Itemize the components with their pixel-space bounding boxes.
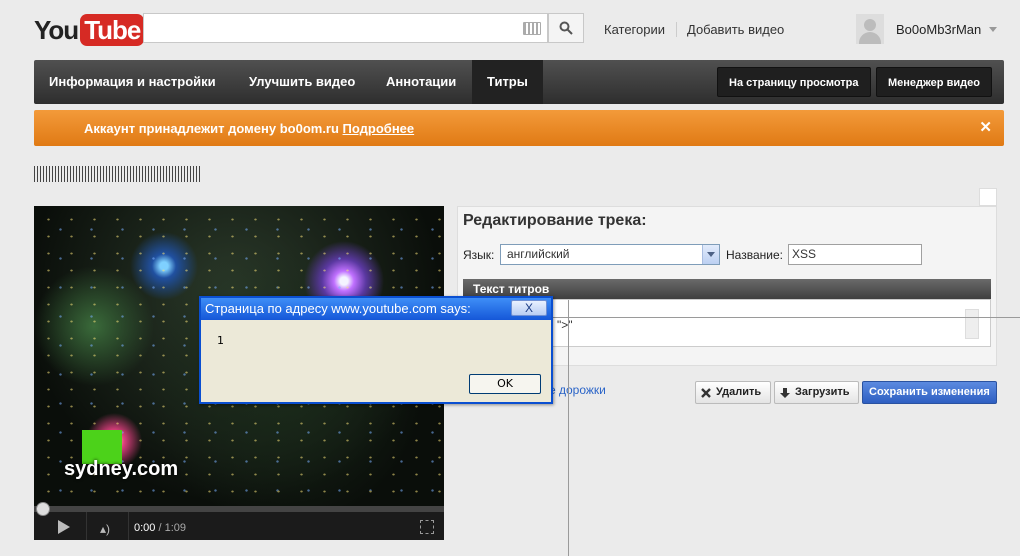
tracks-link[interactable]: е дорожки [549,383,606,397]
tab-enhance-video[interactable]: Улучшить видео [234,60,370,104]
video-overlay-text: sydney.com [64,458,179,480]
progress-bar[interactable] [34,506,444,512]
watch-page-button[interactable]: На страницу просмотра [717,67,871,97]
volume-icon[interactable]: ▴) [100,522,110,536]
categories-link[interactable]: Категории [604,22,665,37]
name-label: Название: [726,248,783,262]
logo-you: You [34,14,79,45]
small-box [979,188,997,206]
banner-text: Аккаунт принадлежит домену bo0om.ru Подр… [84,121,415,136]
dialog-title: Страница по адресу www.youtube.com says: [201,298,551,320]
username[interactable]: Bo0oMb3rMan [896,22,981,37]
tab-info-settings[interactable]: Информация и настройки [34,60,231,104]
youtube-logo[interactable]: You Tube [34,12,145,48]
chevron-down-icon[interactable] [702,245,719,264]
language-select[interactable]: английский [500,244,720,265]
language-label: Язык: [463,248,495,262]
domain-notice-banner: Аккаунт принадлежит домену bo0om.ru Подр… [34,110,1004,146]
editor-nav-bar: Информация и настройки Улучшить видео Ан… [34,60,1004,104]
dialog-ok-button[interactable]: OK [469,374,541,394]
save-changes-button[interactable]: Сохранить изменения [862,381,997,404]
add-video-link[interactable]: Добавить видео [687,22,784,37]
search-icon [559,21,573,35]
avatar[interactable] [856,14,884,44]
logo-tube: Tube [80,14,145,46]
header-divider [676,22,677,37]
dialog-message: 1 [217,334,224,347]
delete-icon [701,387,711,398]
search-input[interactable] [143,13,548,43]
video-manager-button[interactable]: Менеджер видео [876,67,992,97]
injected-bars [34,166,202,182]
chevron-down-icon[interactable] [989,27,997,32]
time-display: 0:00 / 1:09 [134,522,186,534]
delete-button[interactable]: Удалить [695,381,771,404]
guide-line-vertical [568,300,569,556]
close-icon[interactable]: ✕ [979,118,992,136]
upload-button[interactable]: Загрузить [774,381,859,404]
textarea-scrollbar[interactable] [965,309,979,339]
learn-more-link[interactable]: Подробнее [343,121,415,136]
search-button[interactable] [548,13,584,43]
tab-captions[interactable]: Титры [472,60,543,104]
alert-dialog: Страница по адресу www.youtube.com says:… [199,296,553,404]
keyboard-icon[interactable] [523,22,541,35]
subtitles-text: ">" [557,318,573,332]
fullscreen-icon[interactable] [420,520,434,534]
track-name-input[interactable]: XSS [788,244,922,265]
track-editor-title: Редактирование трека: [463,212,647,229]
play-icon[interactable] [58,520,70,534]
progress-handle[interactable] [36,502,50,516]
tab-annotations[interactable]: Аннотации [371,60,471,104]
download-icon [780,387,790,398]
dialog-close-button[interactable]: X [511,300,547,316]
